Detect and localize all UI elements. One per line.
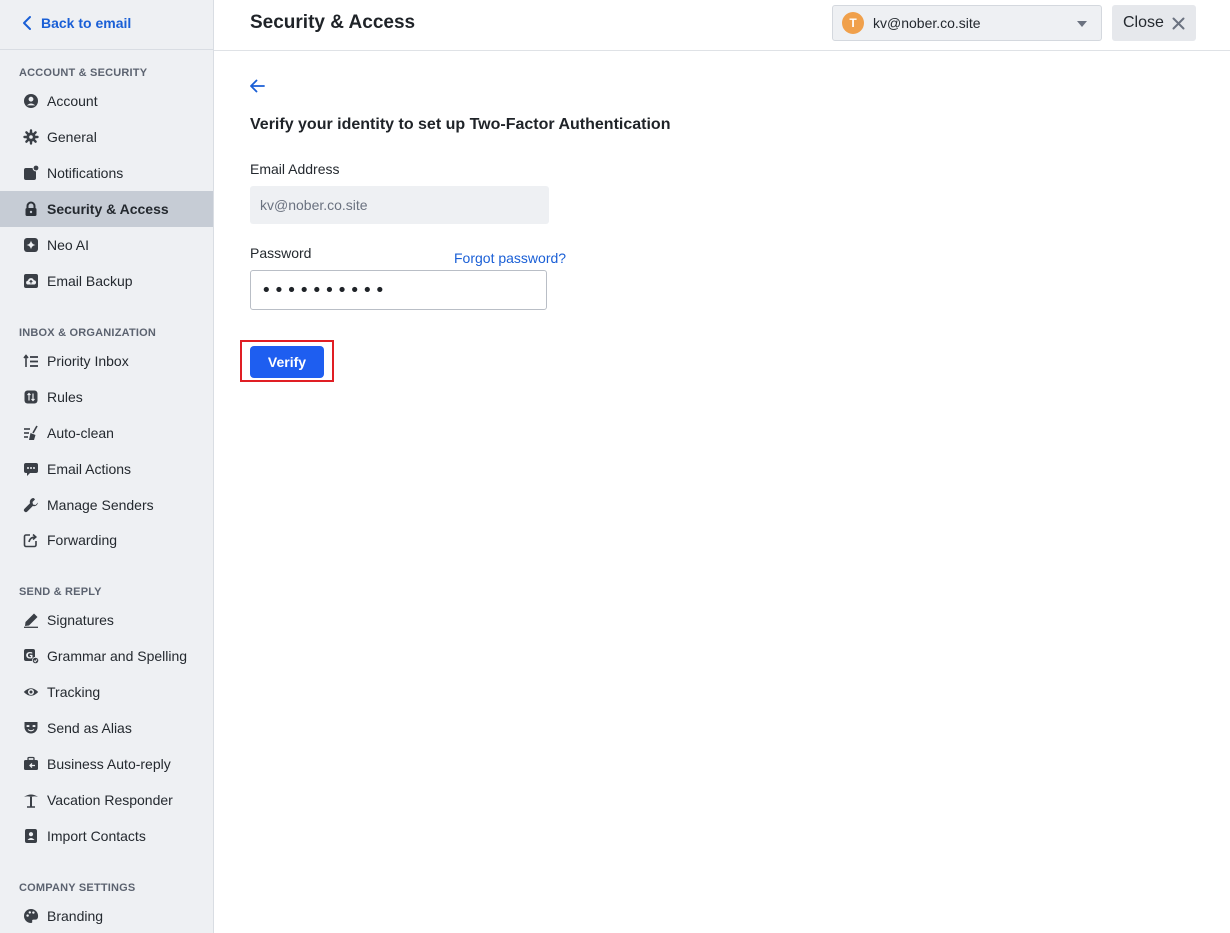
back-to-email-link[interactable]: Back to email xyxy=(22,13,131,33)
sidebar-item-tracking[interactable]: Tracking xyxy=(0,674,213,710)
forward-icon xyxy=(22,531,40,549)
pen-icon xyxy=(22,611,40,629)
sidebar-item-label: Forwarding xyxy=(47,532,118,548)
section-title-account-security: ACCOUNT & SECURITY xyxy=(19,67,148,79)
sidebar-item-priority-inbox[interactable]: Priority Inbox xyxy=(0,343,213,379)
sidebar-item-label: Email Backup xyxy=(47,273,133,289)
password-label: Password xyxy=(250,245,312,261)
sidebar-item-label: Branding xyxy=(47,908,104,924)
chat-actions-icon xyxy=(22,460,40,478)
back-to-email-label: Back to email xyxy=(41,15,132,31)
sidebar-item-branding[interactable]: Branding xyxy=(0,898,213,933)
sidebar-item-label: Neo AI xyxy=(47,237,90,253)
account-email: kv@nober.co.site xyxy=(873,15,981,31)
sidebar-item-auto-clean[interactable]: Auto-clean xyxy=(0,415,213,451)
sidebar-item-import-contacts[interactable]: Import Contacts xyxy=(0,818,213,854)
sidebar-item-signatures[interactable]: Signatures xyxy=(0,602,213,638)
grammar-check-icon: G xyxy=(22,647,40,665)
account-selector[interactable]: T kv@nober.co.site xyxy=(832,5,1102,41)
page-title: Security & Access xyxy=(250,12,416,33)
sidebar-item-business-auto-reply[interactable]: Business Auto-reply xyxy=(0,746,213,782)
sidebar-item-send-as-alias[interactable]: Send as Alias xyxy=(0,710,213,746)
sidebar-item-label: Tracking xyxy=(47,684,101,700)
sidebar-item-label: Grammar and Spelling xyxy=(47,648,188,664)
sidebar-item-email-backup[interactable]: Email Backup xyxy=(0,263,213,299)
section-title-send-reply: SEND & REPLY xyxy=(19,586,102,598)
palette-icon xyxy=(22,907,40,925)
sidebar-item-email-actions[interactable]: Email Actions xyxy=(0,451,213,487)
sparkle-icon xyxy=(22,236,40,254)
section-title-inbox-organization: INBOX & ORGANIZATION xyxy=(19,327,157,339)
priority-list-icon xyxy=(22,352,40,370)
lock-icon xyxy=(22,200,40,218)
contacts-icon xyxy=(22,827,40,845)
sidebar-item-label: Send as Alias xyxy=(47,720,132,736)
sidebar-item-label: Signatures xyxy=(47,612,114,628)
sidebar-item-account[interactable]: Account xyxy=(0,83,213,119)
email-field[interactable] xyxy=(250,186,549,224)
sidebar-item-neo-ai[interactable]: Neo AI xyxy=(0,227,213,263)
notification-icon xyxy=(22,164,40,182)
chevron-left-icon xyxy=(23,16,31,30)
sidebar-item-label: Vacation Responder xyxy=(47,792,173,808)
sidebar-item-manage-senders[interactable]: Manage Senders xyxy=(0,487,213,523)
avatar: T xyxy=(842,12,864,34)
sidebar-divider xyxy=(0,49,213,50)
sidebar-item-label: Import Contacts xyxy=(47,828,146,844)
sidebar-item-grammar-spelling[interactable]: G Grammar and Spelling xyxy=(0,638,213,674)
verify-heading: Verify your identity to set up Two-Facto… xyxy=(250,116,671,133)
sidebar-item-label: Priority Inbox xyxy=(47,353,129,369)
sidebar-item-label: Account xyxy=(47,93,98,109)
header: Security & Access T kv@nober.co.site Clo… xyxy=(214,0,1230,51)
gear-icon xyxy=(22,128,40,146)
sidebar-item-label: Manage Senders xyxy=(47,497,154,513)
forgot-password-link[interactable]: Forgot password? xyxy=(454,250,566,266)
broom-icon xyxy=(22,424,40,442)
sidebar-item-label: Email Actions xyxy=(47,461,132,477)
close-icon xyxy=(1172,17,1185,29)
sidebar-item-forwarding[interactable]: Forwarding xyxy=(0,522,213,558)
user-circle-icon xyxy=(22,92,40,110)
sidebar-item-rules[interactable]: Rules xyxy=(0,379,213,415)
sidebar-item-label: Notifications xyxy=(47,165,124,181)
mask-icon xyxy=(22,719,40,737)
sidebar-item-label: General xyxy=(47,129,97,145)
sidebar-item-vacation-responder[interactable]: Vacation Responder xyxy=(0,782,213,818)
wrench-icon xyxy=(22,496,40,514)
password-field[interactable]: •••••••••• xyxy=(250,270,547,310)
close-label: Close xyxy=(1123,14,1164,31)
sidebar-item-label: Business Auto-reply xyxy=(47,756,171,772)
sidebar-item-general[interactable]: General xyxy=(0,119,213,155)
close-button[interactable]: Close xyxy=(1112,5,1196,41)
rules-icon xyxy=(22,388,40,406)
caret-down-icon xyxy=(1077,21,1087,27)
section-title-company-settings: COMPANY SETTINGS xyxy=(19,882,136,894)
verify-button[interactable]: Verify xyxy=(250,346,324,378)
auto-reply-icon xyxy=(22,755,40,773)
sidebar: Back to email ACCOUNT & SECURITY Account… xyxy=(0,0,214,933)
cloud-backup-icon xyxy=(22,272,40,290)
palm-tree-icon xyxy=(22,791,40,809)
sidebar-item-notifications[interactable]: Notifications xyxy=(0,155,213,191)
back-arrow-icon[interactable] xyxy=(248,76,268,96)
sidebar-item-security-access[interactable]: Security & Access xyxy=(0,191,213,227)
sidebar-item-label: Rules xyxy=(47,389,83,405)
email-address-label: Email Address xyxy=(250,161,340,177)
sidebar-item-label: Auto-clean xyxy=(47,425,114,441)
eye-icon xyxy=(22,683,40,701)
sidebar-item-label: Security & Access xyxy=(47,201,169,217)
